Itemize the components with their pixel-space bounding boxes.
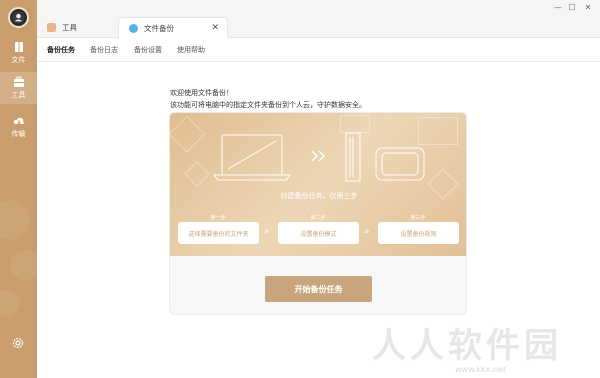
tab-file-backup[interactable]: 文件备份 ✕: [118, 17, 228, 38]
start-backup-button[interactable]: 开始备份任务: [265, 276, 372, 302]
minimize-button[interactable]: —: [551, 3, 565, 12]
nas-device-icon: [345, 132, 361, 182]
sidebar-item-label: 传输: [11, 130, 26, 138]
tab-label: 工具: [62, 23, 77, 32]
close-tab-icon[interactable]: ✕: [211, 23, 219, 33]
step-3-label: 第三步: [410, 215, 426, 221]
step-1-label: 第一步: [210, 215, 226, 221]
cloud-transfer-icon: [13, 117, 24, 125]
tab-label: 文件备份: [144, 23, 174, 33]
sidebar-decoration: [0, 200, 30, 240]
step-2-label: 第二步: [310, 215, 326, 221]
banner: 创建备份任务，仅需三步 第一步 选择需要备份的文件夹 » 第二步 设置备份模式 …: [170, 113, 466, 256]
watermark: 人人软件园: [372, 326, 562, 366]
description-text: 该功能可将电脑中的指定文件夹备份到个人云，守护数据安全。: [170, 101, 366, 109]
user-avatar-icon: [12, 11, 25, 24]
backup-icon: [129, 23, 138, 33]
laptop-icon: [212, 134, 292, 181]
subnav-backup-settings[interactable]: 备份设置: [134, 45, 162, 55]
step-1-box: 选择需要备份的文件夹: [178, 222, 259, 244]
sidebar-decoration: [10, 250, 40, 280]
double-chevron-right-icon: [311, 150, 325, 162]
banner-title: 创建备份任务，仅需三步: [280, 192, 358, 200]
toolbox-icon: [13, 76, 24, 87]
sidebar-item-transfer[interactable]: 传输: [0, 111, 37, 143]
maximize-button[interactable]: ☐: [565, 3, 579, 12]
gear-icon[interactable]: [11, 336, 25, 350]
backup-intro-card: 创建备份任务，仅需三步 第一步 选择需要备份的文件夹 » 第二步 设置备份模式 …: [169, 112, 467, 315]
sidebar-item-files[interactable]: 文件: [0, 37, 37, 69]
file-icon: [14, 42, 23, 52]
watermark-url: www.kkx.net: [455, 365, 507, 374]
tab-tools[interactable]: 工具: [45, 17, 125, 38]
title-bar: 工具 文件备份 ✕ — ☐ ✕: [37, 0, 600, 38]
avatar[interactable]: [8, 7, 29, 28]
router-icon: [375, 147, 425, 181]
step-3-box: 设置备份规则: [378, 222, 459, 244]
subnav-backup-logs[interactable]: 备份日志: [90, 45, 118, 55]
subnav-backup-tasks[interactable]: 备份任务: [47, 45, 75, 55]
close-window-button[interactable]: ✕: [581, 3, 595, 12]
toolbox-icon: [47, 23, 56, 32]
step-2-box: 设置备份模式: [278, 222, 359, 244]
sidebar: 文件 工具 传输: [0, 0, 40, 378]
subnav: 备份任务 备份日志 备份设置 使用帮助: [37, 38, 600, 62]
subnav-help[interactable]: 使用帮助: [177, 45, 205, 55]
step-arrow-icon: »: [364, 227, 370, 237]
sidebar-item-label: 文件: [11, 56, 26, 64]
sidebar-item-label: 工具: [11, 91, 26, 99]
sidebar-item-tools[interactable]: 工具: [0, 72, 37, 104]
welcome-text: 欢迎使用文件备份！: [170, 89, 233, 97]
step-arrow-icon: »: [264, 227, 270, 237]
sidebar-decoration: [0, 290, 20, 316]
